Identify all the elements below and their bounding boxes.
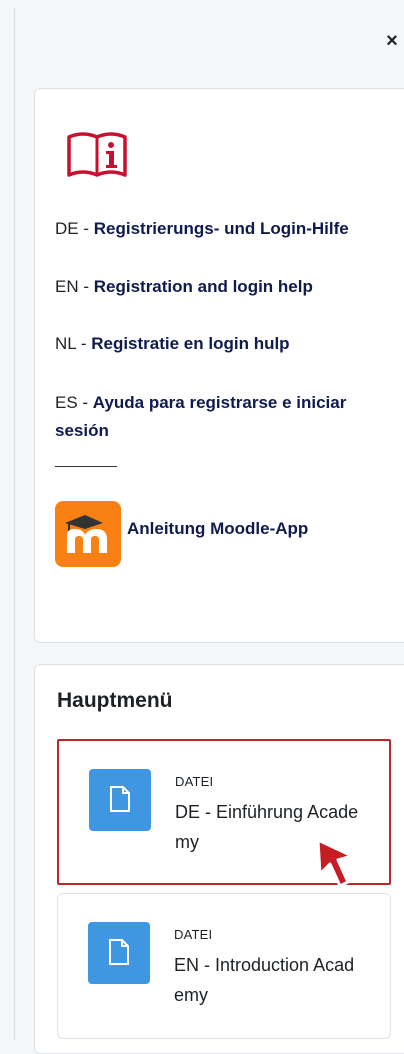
- help-link-nl[interactable]: Registratie en login hulp: [91, 334, 289, 353]
- help-block: DE - Registrierungs- und Login-Hilfe EN …: [34, 88, 404, 643]
- divider: [55, 466, 117, 467]
- close-drawer-button[interactable]: ×: [381, 30, 403, 52]
- activity-item-en[interactable]: DATEI EN - Introduction Academy: [57, 893, 391, 1039]
- file-icon: [88, 922, 150, 984]
- file-icon: [89, 769, 151, 831]
- moodle-app-icon[interactable]: [55, 501, 121, 567]
- moodle-app-link[interactable]: Anleitung Moodle-App: [127, 519, 308, 539]
- help-link-es[interactable]: Ayuda para registrarse e iniciar sesión: [55, 393, 346, 440]
- activity-link[interactable]: EN - Introduction Academy: [174, 950, 364, 1010]
- cursor-arrow-icon: [316, 838, 354, 888]
- help-item-de: DE - Registrierungs- und Login-Hilfe: [55, 219, 349, 238]
- help-item-es: ES - Ayuda para registrarse e iniciar se…: [55, 393, 347, 440]
- activity-type-label: DATEI: [175, 774, 214, 789]
- help-item-en: EN - Registration and login help: [55, 277, 313, 296]
- info-book-icon: [67, 132, 127, 177]
- activity-type-label: DATEI: [174, 927, 213, 942]
- help-link-de[interactable]: Registrierungs- und Login-Hilfe: [94, 219, 349, 238]
- help-link-en[interactable]: Registration and login help: [94, 277, 313, 296]
- main-menu-title: Hauptmenü: [57, 689, 173, 712]
- help-item-nl: NL - Registratie en login hulp: [55, 334, 290, 353]
